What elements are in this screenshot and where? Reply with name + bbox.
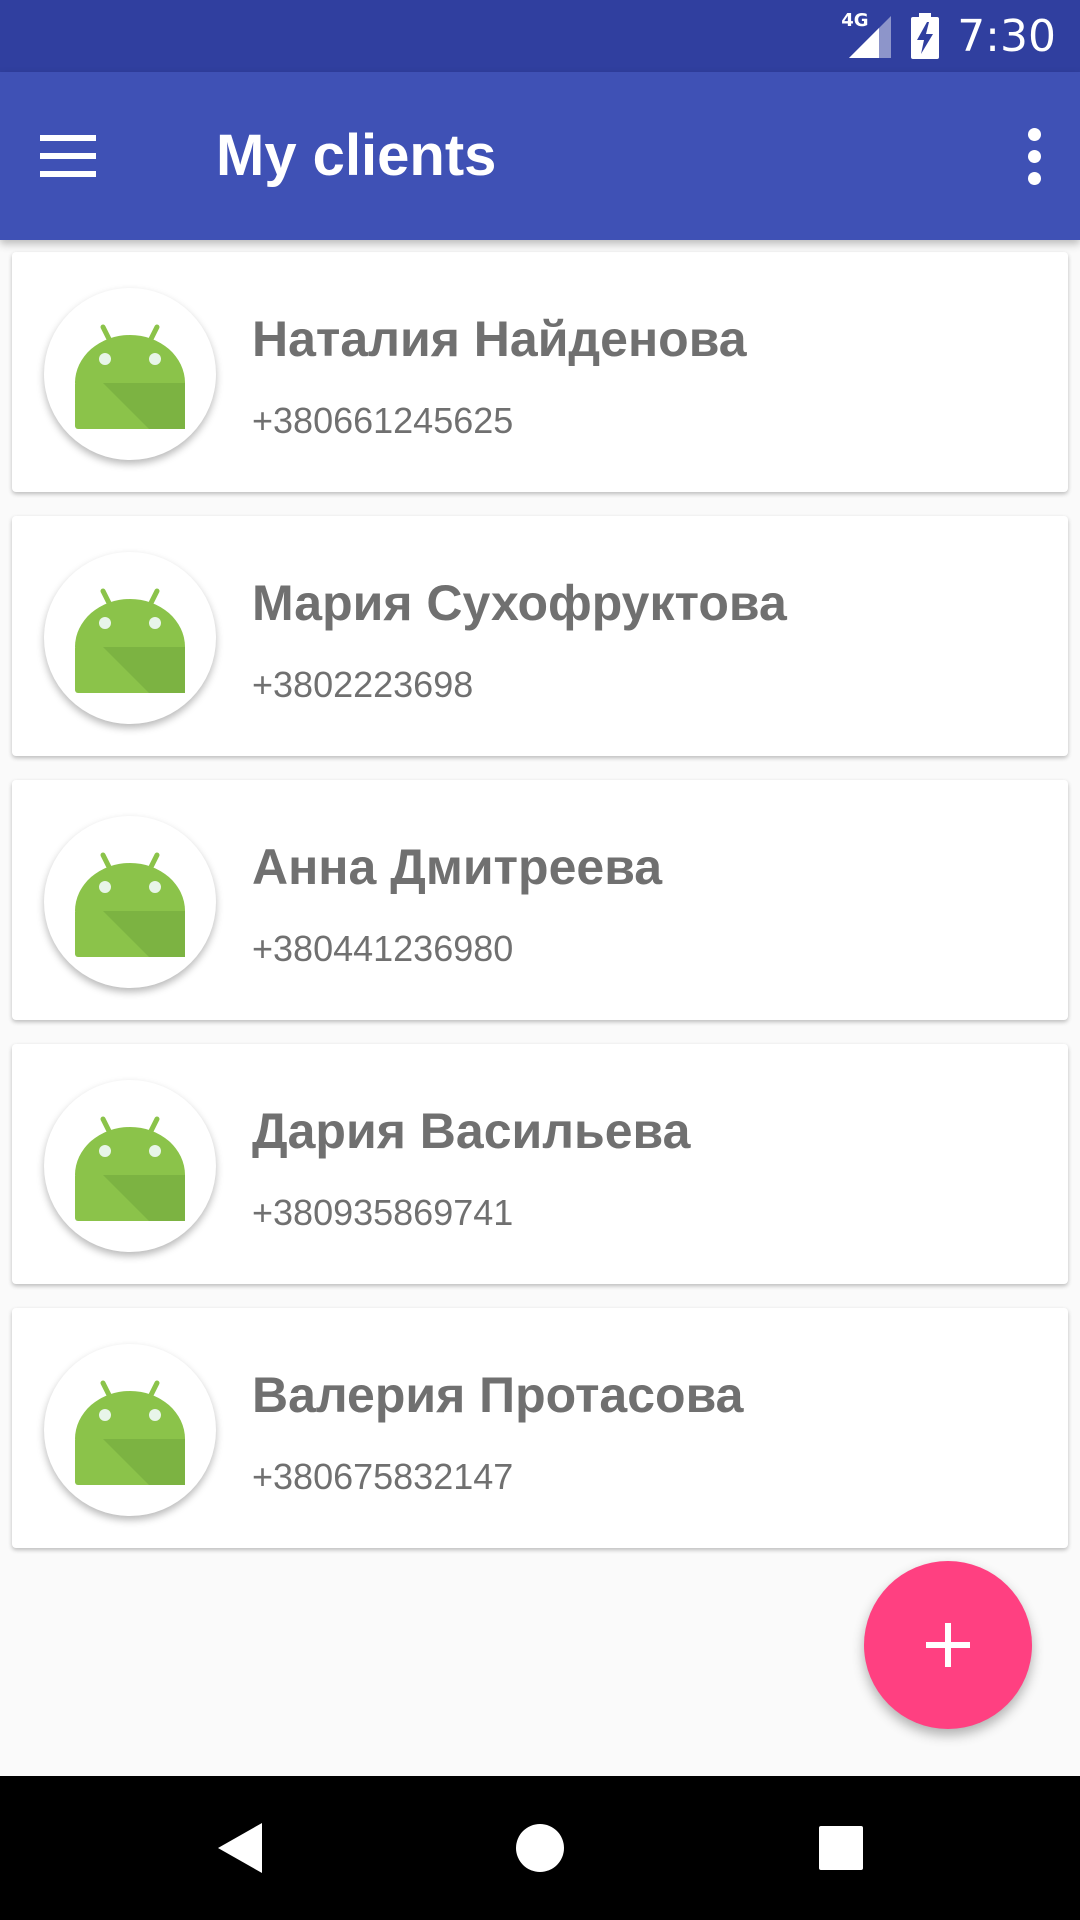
page-title: My clients	[216, 123, 497, 188]
menu-button[interactable]	[40, 116, 130, 196]
avatar	[44, 816, 216, 988]
recents-icon	[819, 1826, 863, 1870]
battery-charging-icon	[911, 13, 940, 59]
client-card[interactable]: Валерия Протасова +380675832147	[12, 1308, 1068, 1548]
add-client-button[interactable]	[864, 1561, 1032, 1729]
client-card[interactable]: Мария Сухофруктова +3802223698	[12, 516, 1068, 756]
more-options-button[interactable]	[1014, 126, 1054, 186]
app-bar: My clients	[0, 72, 1080, 240]
client-phone: +3802223698	[252, 664, 474, 705]
client-phone: +380661245625	[252, 400, 514, 441]
android-icon	[75, 588, 185, 693]
avatar	[44, 288, 216, 460]
client-phone: +380935869741	[252, 1192, 514, 1233]
more-vert-icon-dot	[1027, 149, 1041, 163]
home-icon	[516, 1824, 564, 1872]
client-name: Наталия Найденова	[252, 311, 747, 367]
android-icon	[75, 1116, 185, 1221]
status-time: 7:30	[957, 10, 1056, 62]
back-button[interactable]	[193, 1800, 289, 1896]
client-card[interactable]: Наталия Найденова +380661245625	[12, 252, 1068, 492]
client-list: Наталия Найденова +380661245625 Мария Су…	[12, 252, 1068, 1572]
menu-icon-bar	[40, 171, 96, 177]
menu-icon	[40, 135, 96, 141]
avatar	[44, 1344, 216, 1516]
status-icons: 4G 7:30	[841, 0, 1056, 72]
client-name: Дария Васильева	[252, 1103, 691, 1159]
client-card[interactable]: Дария Васильева +380935869741	[12, 1044, 1068, 1284]
signal-icon	[849, 16, 892, 58]
android-icon	[75, 1380, 185, 1485]
network-indicator: 4G	[841, 10, 893, 60]
status-bar: 4G 7:30	[0, 0, 1080, 72]
client-phone: +380675832147	[252, 1456, 514, 1497]
recents-button[interactable]	[793, 1800, 889, 1896]
navigation-bar	[0, 1776, 1080, 1920]
android-icon	[75, 324, 185, 429]
client-name: Анна Дмитреева	[252, 839, 663, 895]
avatar	[44, 1080, 216, 1252]
home-button[interactable]	[492, 1800, 588, 1896]
more-vert-icon-dot	[1027, 171, 1041, 185]
plus-icon	[926, 1623, 970, 1667]
more-vert-icon	[1027, 127, 1041, 141]
client-name: Валерия Протасова	[252, 1367, 744, 1423]
android-icon	[75, 852, 185, 957]
client-name: Мария Сухофруктова	[252, 575, 787, 631]
client-card[interactable]: Анна Дмитреева +380441236980	[12, 780, 1068, 1020]
avatar	[44, 552, 216, 724]
client-phone: +380441236980	[252, 928, 514, 969]
menu-icon-bar	[40, 153, 96, 159]
back-icon	[218, 1823, 262, 1873]
